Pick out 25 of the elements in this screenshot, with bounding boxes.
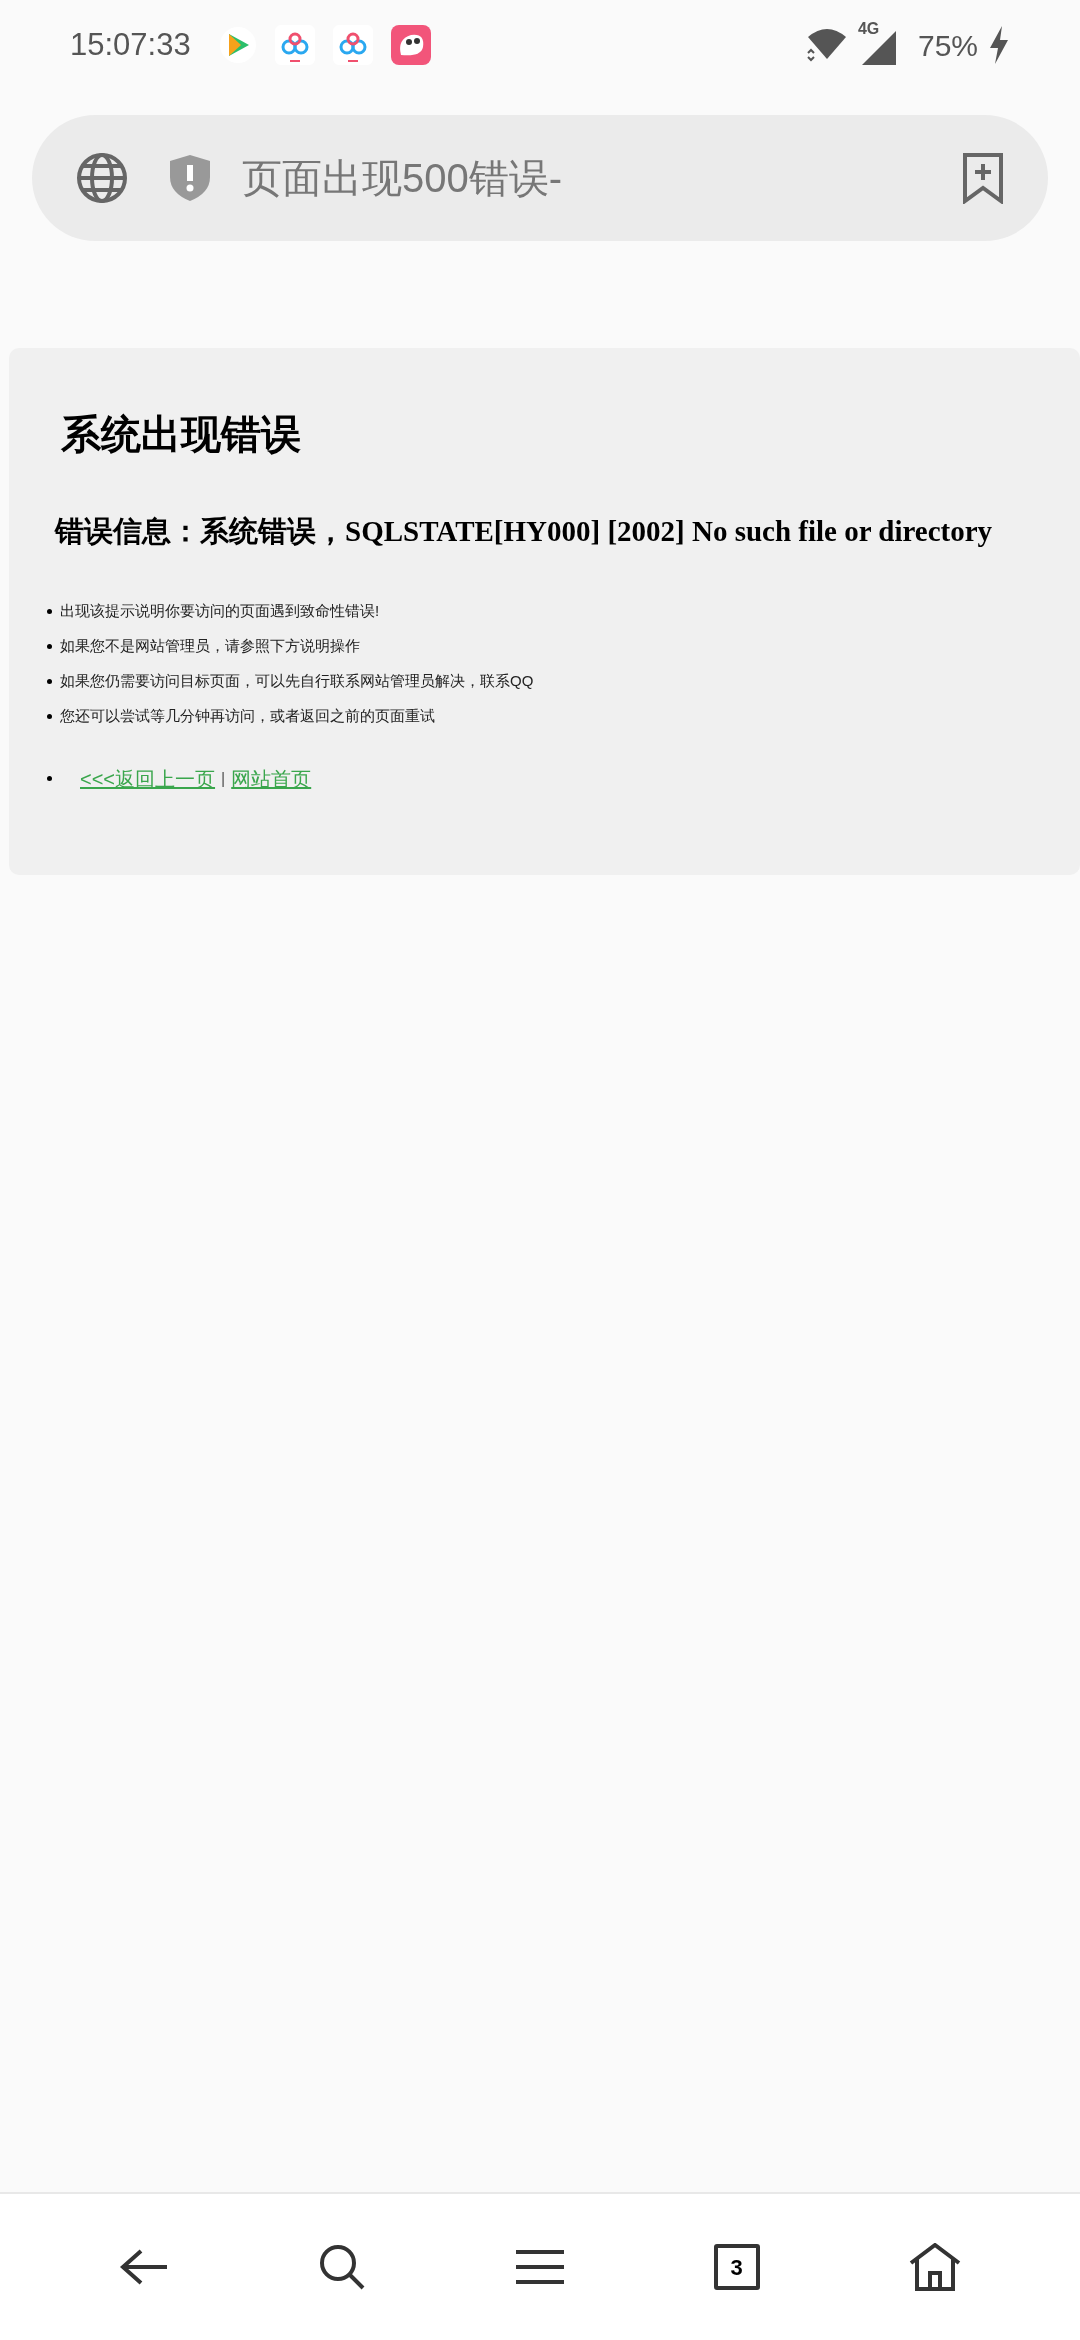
tip-text: 您还可以尝试等几分钟再访问，或者返回之前的页面重试 bbox=[60, 705, 435, 726]
search-icon[interactable] bbox=[318, 2243, 367, 2291]
status-time: 15:07:33 bbox=[70, 25, 191, 64]
globe-icon[interactable] bbox=[76, 152, 128, 204]
home-link[interactable]: 网站首页 bbox=[231, 763, 312, 794]
battery-percent: 75% bbox=[917, 27, 978, 64]
bookmark-add-icon[interactable] bbox=[962, 152, 1004, 204]
back-arrow-icon[interactable] bbox=[118, 2247, 169, 2287]
charging-icon bbox=[988, 26, 1010, 64]
tip-text: 出现该提示说明你要访问的页面遇到致命性错误! bbox=[60, 600, 380, 621]
shield-icon[interactable] bbox=[168, 153, 212, 203]
tip-text: 如果您仍需要访问目标页面，可以先自行联系网站管理员解决，联系QQ bbox=[60, 670, 534, 691]
error-message: 错误信息：系统错误，SQLSTATE[HY000] [2002] No such file or directory bbox=[55, 514, 994, 549]
address-bar[interactable]: 页面出现500错误- bbox=[32, 115, 1048, 241]
wifi-icon bbox=[805, 27, 848, 63]
menu-icon[interactable] bbox=[516, 2249, 564, 2285]
tip-text: 如果您不是网站管理员，请参照下方说明操作 bbox=[60, 635, 360, 656]
page-title[interactable]: 页面出现500错误- bbox=[242, 148, 563, 208]
link-separator: | bbox=[221, 768, 226, 789]
cartoon-app-icon bbox=[390, 25, 431, 65]
home-icon[interactable] bbox=[909, 2243, 962, 2291]
network-type: 4G bbox=[857, 19, 880, 39]
tabs-button[interactable]: 3 bbox=[713, 2244, 760, 2290]
back-link[interactable]: <<<返回上一页 bbox=[80, 763, 216, 794]
error-title: 系统出现错误 bbox=[61, 414, 302, 454]
